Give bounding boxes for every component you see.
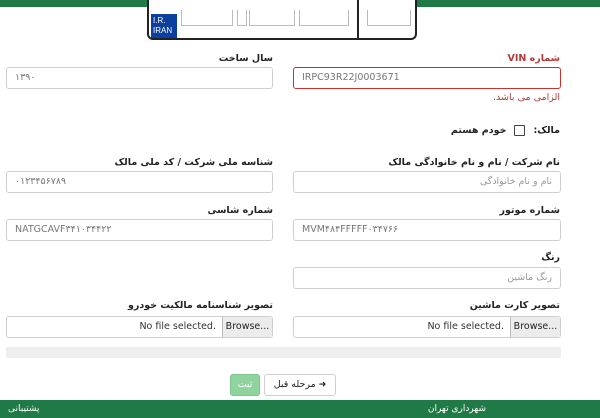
build-year-input[interactable]: ۱۳۹۰ [6,67,273,89]
plate-segment-2[interactable] [237,10,247,26]
card-image-label: تصویر کارت ماشین [469,300,560,311]
card-image-file-input[interactable]: No file selected. Browse... [293,316,561,338]
build-year-label: سال ساخت [218,53,273,64]
vin-error-message: الزامی می باشد. [493,92,560,103]
submit-button[interactable]: ثبت [230,374,260,396]
plate-segment-1[interactable] [181,10,233,26]
ownership-image-file-input[interactable]: No file selected. Browse... [6,316,273,338]
owner-name-input[interactable]: نام و نام خانوادگی [293,171,561,193]
national-id-input[interactable]: ۰۱۲۳۴۵۶۷۸۹ [6,171,273,193]
footer-support-link[interactable]: پشتیبانی [8,404,39,414]
upload-progress-bar [6,347,561,358]
plate-segment-5[interactable] [367,10,411,26]
engine-number-input[interactable]: MVM۴۸۴FFFFF۰۳۴۷۶۶ [293,219,561,241]
license-plate-preview: I.R. IRAN [147,0,417,40]
color-label: رنگ [541,252,560,263]
self-owner-option-label[interactable]: خودم هستم [451,125,507,136]
plate-country-text-2: IRAN [153,26,173,35]
owner-name-label: نام شرکت / نام و نام خانوادگی مالک [388,157,560,168]
color-input[interactable]: رنگ ماشین [293,267,561,289]
previous-step-label: مرحله قبل [273,379,316,390]
plate-country-badge: I.R. IRAN [151,14,177,38]
plate-divider [357,0,359,40]
plate-segment-3[interactable] [249,10,295,26]
self-owner-checkbox[interactable] [514,125,526,136]
plate-segment-4[interactable] [299,10,349,26]
chassis-number-input[interactable]: NATGCAVF۳۴۱۰۳۴۴۲۲ [6,219,273,241]
owner-row: مالک: خودم هستم [451,125,560,136]
vin-input[interactable]: IRPC93R22J0003671 [293,67,561,89]
footer-municipality-text: شهرداری تهران [427,404,486,414]
previous-step-button[interactable]: ➜مرحله قبل [264,374,336,396]
ownership-image-browse-button[interactable]: Browse... [222,317,272,337]
plate-country-text-1: I.R. [153,16,166,25]
card-image-status: No file selected. [427,321,504,332]
arrow-right-icon: ➜ [318,380,327,390]
owner-label: مالک: [533,125,560,136]
chassis-number-label: شماره شاسی [207,205,273,216]
card-image-browse-button[interactable]: Browse... [510,317,560,337]
engine-number-label: شماره موتور [499,205,561,216]
ownership-image-label: تصویر شناسنامه مالکیت خودرو [127,300,273,311]
footer-bar: شهرداری تهران پشتیبانی [0,400,600,418]
ownership-image-status: No file selected. [139,321,216,332]
national-id-label: شناسه ملی شرکت / کد ملی مالک [114,157,273,168]
vin-label: شماره VIN [507,53,560,64]
